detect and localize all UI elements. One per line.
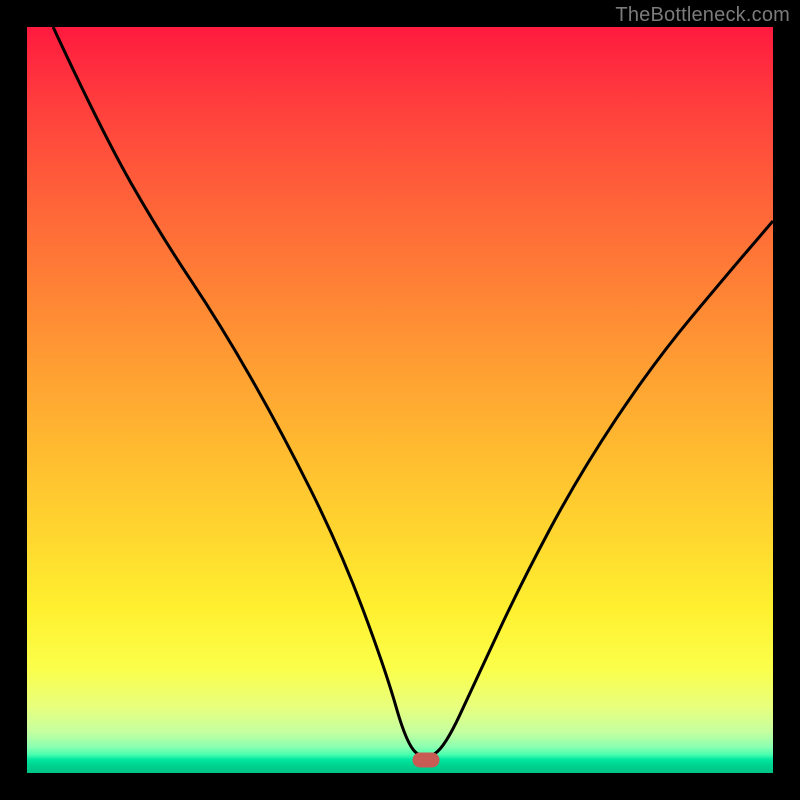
watermark-text: TheBottleneck.com: [615, 4, 790, 27]
bottleneck-curve: [27, 27, 773, 773]
balance-marker: [413, 752, 440, 767]
chart-stage: TheBottleneck.com: [0, 0, 800, 800]
plot-area: [27, 27, 773, 773]
